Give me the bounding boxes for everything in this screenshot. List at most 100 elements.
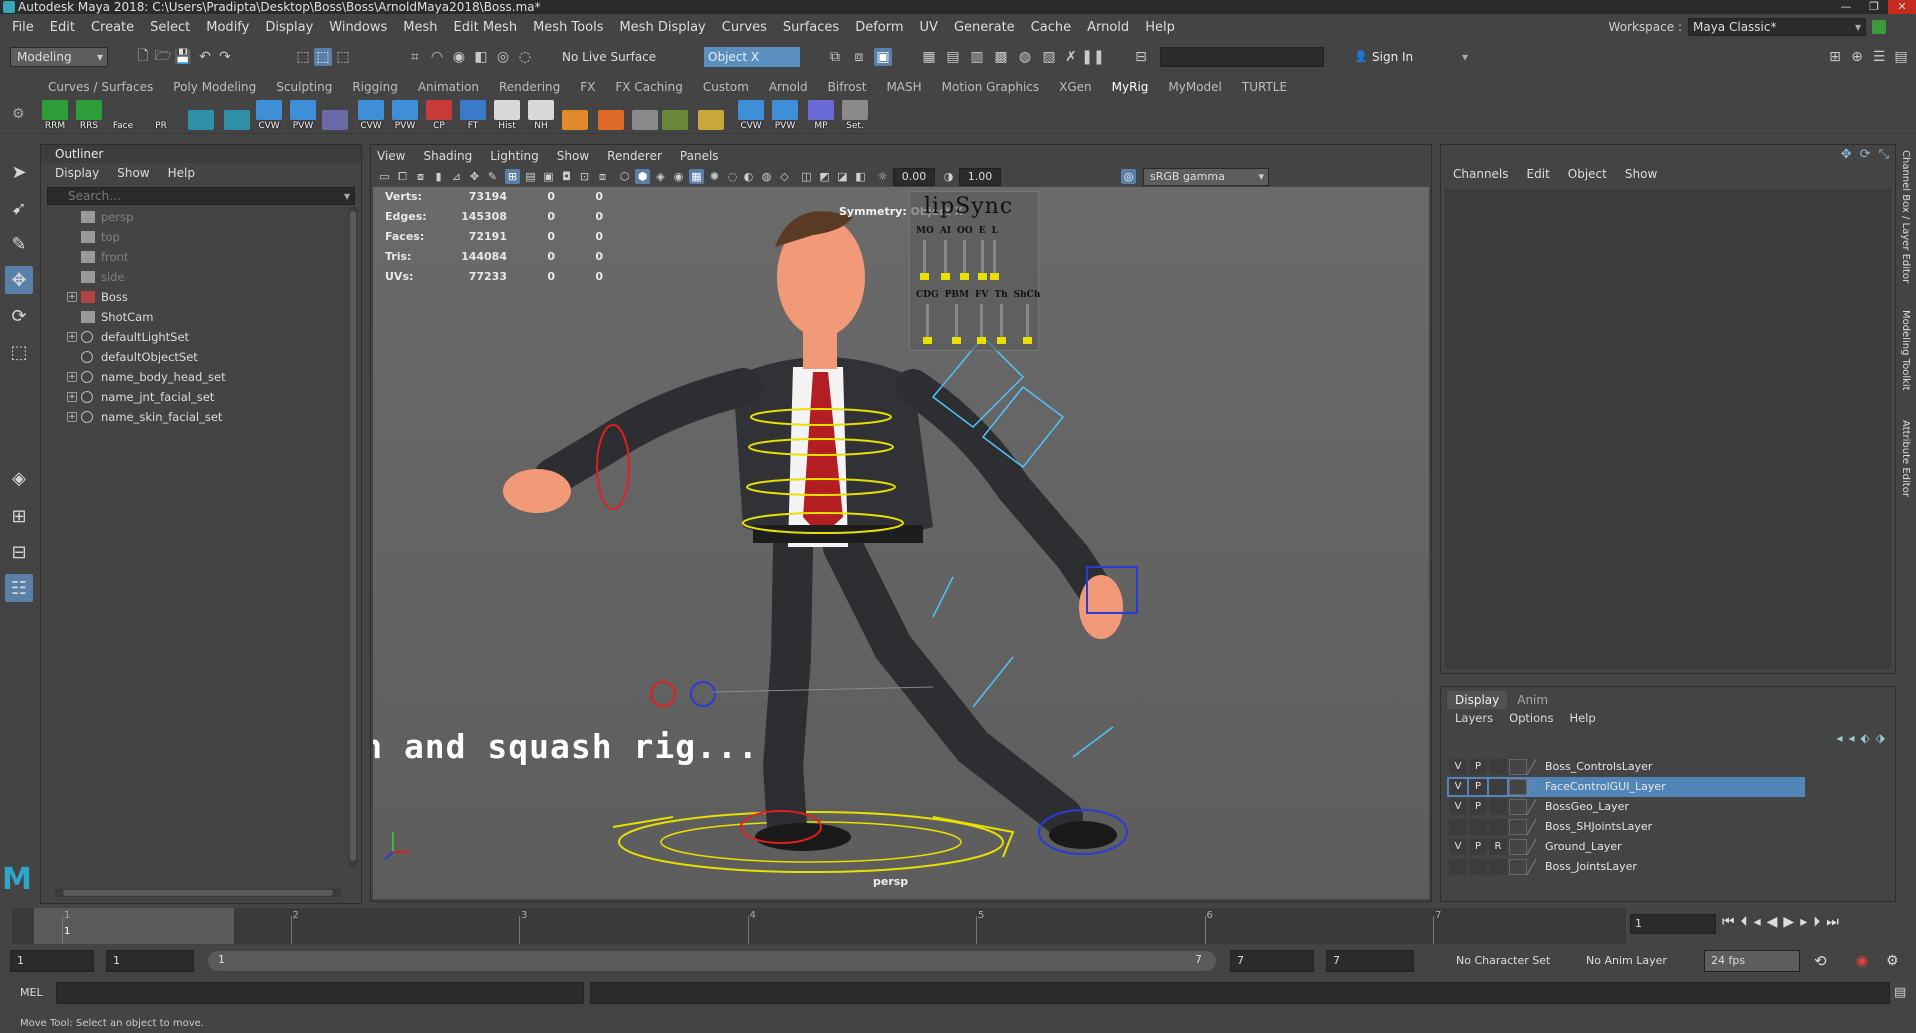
viewport-menu-item[interactable]: Lighting — [490, 147, 539, 165]
menu-item[interactable]: Curves — [714, 20, 775, 35]
film-gate-icon[interactable]: ▤ — [523, 169, 538, 184]
sign-in-button[interactable]: Sign In — [1352, 47, 1470, 67]
command-input[interactable] — [56, 982, 584, 1004]
motion-blur-icon[interactable]: ◐ — [741, 169, 756, 184]
layer-row[interactable]: V P R Ground_Layer — [1447, 837, 1887, 857]
menu-item[interactable]: Cache — [1023, 20, 1079, 35]
shelf-button[interactable]: MP — [806, 99, 836, 131]
persp-outliner-layout-icon[interactable]: ⊟ — [5, 538, 33, 566]
lipsync-slider-knob[interactable] — [952, 337, 962, 344]
shelf-button[interactable]: FT — [458, 99, 488, 131]
make-live-icon[interactable]: ◎ — [494, 48, 512, 66]
lasso-tool-icon[interactable]: ➹ — [5, 194, 33, 222]
play-backwards-icon[interactable]: ◀ — [1767, 914, 1778, 930]
depth-of-field-icon[interactable]: ◇ — [777, 169, 792, 184]
channel-box-menu-item[interactable]: Show — [1625, 167, 1657, 181]
layer-row[interactable]: Boss_SHJointsLayer — [1447, 817, 1887, 837]
shelf-button[interactable]: RRS — [74, 99, 104, 131]
lipsync-control-panel[interactable]: lipSync MO AI OO E L CDG PBM FV Th ShCh — [909, 191, 1040, 351]
move-tool-icon[interactable]: ✥ — [5, 266, 33, 294]
snap-grid-icon[interactable]: ⌗ — [406, 48, 424, 66]
layer-color-swatch[interactable] — [1509, 759, 1527, 775]
shelf-tab[interactable]: FX Caching — [605, 80, 692, 94]
3d-viewport[interactable]: Verts: 73194 0 0 Edges: 145308 0 0 Faces: 72191 0 0… — [373, 187, 1429, 899]
maximize-button[interactable]: ❐ — [1860, 0, 1888, 14]
live-surface-label[interactable]: No Live Surface — [562, 47, 662, 67]
layer-playback-toggle[interactable] — [1469, 859, 1487, 875]
color-management-icon[interactable]: ◎ — [1121, 169, 1136, 184]
lipsync-slider-track[interactable] — [940, 240, 950, 280]
screen-space-ao-icon[interactable]: ◌ — [725, 169, 740, 184]
lipsync-slider-track[interactable] — [990, 240, 1000, 280]
step-back-key-icon[interactable]: ⏴ — [1741, 914, 1748, 930]
arnold-stop-icon[interactable]: ✗ — [1062, 48, 1080, 66]
workspace-dropdown[interactable]: Maya Classic* — [1688, 18, 1866, 36]
lipsync-slider-track[interactable] — [996, 304, 1006, 344]
isolate-select-icon[interactable]: ◫ — [799, 169, 814, 184]
outliner-menu-item[interactable]: Display — [55, 166, 99, 180]
layer-color-swatch[interactable] — [1509, 859, 1527, 875]
lipsync-slider[interactable]: AI — [940, 226, 951, 280]
outliner-item[interactable]: front — [41, 247, 347, 267]
lipsync-slider-knob[interactable] — [977, 273, 987, 280]
shelf-button[interactable]: CVW — [356, 99, 386, 131]
shelf-tab[interactable]: Poly Modeling — [163, 80, 266, 94]
step-back-frame-icon[interactable]: ◂ — [1754, 914, 1761, 930]
input-ops-icon[interactable]: ⧉ — [826, 48, 844, 66]
snap-view-plane-icon[interactable]: ◧ — [472, 48, 490, 66]
playback-start-field[interactable]: 1 — [106, 950, 194, 972]
range-slider[interactable]: 1 7 — [208, 951, 1216, 971]
save-scene-icon[interactable]: 💾 — [174, 48, 192, 66]
shelf-tab[interactable]: Bifrost — [818, 80, 877, 94]
layer-color-swatch[interactable] — [1509, 819, 1527, 835]
construction-history-icon[interactable]: ⧈ — [850, 48, 868, 66]
layer-visibility-toggle[interactable]: V — [1449, 759, 1467, 775]
outliner-item[interactable]: defaultObjectSet — [41, 347, 347, 367]
lipsync-slider[interactable]: Th — [994, 290, 1008, 344]
layer-playback-toggle[interactable]: P — [1469, 799, 1487, 815]
lipsync-slider-knob[interactable] — [990, 273, 1000, 280]
layer-playback-toggle[interactable] — [1469, 819, 1487, 835]
menu-item[interactable]: Mesh Tools — [525, 20, 611, 35]
lipsync-slider-track[interactable] — [960, 240, 970, 280]
go-to-end-icon[interactable]: ⏭ — [1826, 914, 1839, 930]
outliner-item[interactable]: + Boss — [41, 287, 347, 307]
command-search-input[interactable] — [1160, 47, 1324, 67]
shelf-tab[interactable]: Rigging — [342, 80, 407, 94]
layer-color-swatch[interactable] — [1509, 779, 1527, 795]
paint-select-tool-icon[interactable]: ✎ — [5, 230, 33, 258]
select-components-icon[interactable]: ⬚ — [334, 48, 352, 66]
lipsync-slider[interactable]: PBM — [945, 290, 969, 344]
undo-icon[interactable]: ↶ — [196, 48, 214, 66]
expand-icon[interactable]: + — [67, 372, 77, 382]
layer-display-type-toggle[interactable] — [1489, 799, 1507, 815]
menu-item[interactable]: Display — [257, 20, 321, 35]
lipsync-slider[interactable]: E — [977, 226, 987, 280]
layer-editor-menu-item[interactable]: Help — [1569, 711, 1595, 725]
outliner-menu-item[interactable]: Show — [117, 166, 149, 180]
command-language-label[interactable]: MEL — [20, 986, 43, 999]
menu-item[interactable]: Edit Mesh — [446, 20, 526, 35]
xray-icon[interactable]: ◩ — [817, 169, 832, 184]
menu-item[interactable]: Help — [1137, 20, 1183, 35]
menu-item[interactable]: Windows — [321, 20, 395, 35]
lipsync-slider[interactable]: ShCh — [1014, 290, 1040, 344]
pause-icon[interactable]: ❚❚ — [1081, 48, 1104, 66]
shelf-button[interactable]: PVW — [288, 99, 318, 131]
side-tab[interactable]: Attribute Editor — [1900, 420, 1911, 497]
grid-icon[interactable]: ⊞ — [505, 169, 520, 184]
snap-point-icon[interactable]: ◉ — [450, 48, 468, 66]
outliner-item[interactable]: persp — [41, 207, 347, 227]
shelf-button[interactable]: PR — [146, 99, 176, 131]
shelf-button[interactable]: CVW — [736, 99, 766, 131]
four-view-layout-icon[interactable]: ⊞ — [5, 502, 33, 530]
lipsync-slider-track[interactable] — [977, 240, 987, 280]
menu-item[interactable]: Arnold — [1079, 20, 1137, 35]
animation-start-field[interactable]: 1 — [10, 950, 94, 972]
layer-editor-menu-item[interactable]: Layers — [1455, 711, 1493, 725]
outliner-menu-item[interactable]: Help — [168, 166, 195, 180]
two-d-pan-icon[interactable]: ✥ — [467, 169, 482, 184]
shelf-menu-icon[interactable]: ⚙ — [12, 106, 25, 122]
select-hierarchy-icon[interactable]: ⬚ — [294, 48, 312, 66]
menu-item[interactable]: Deform — [847, 20, 911, 35]
